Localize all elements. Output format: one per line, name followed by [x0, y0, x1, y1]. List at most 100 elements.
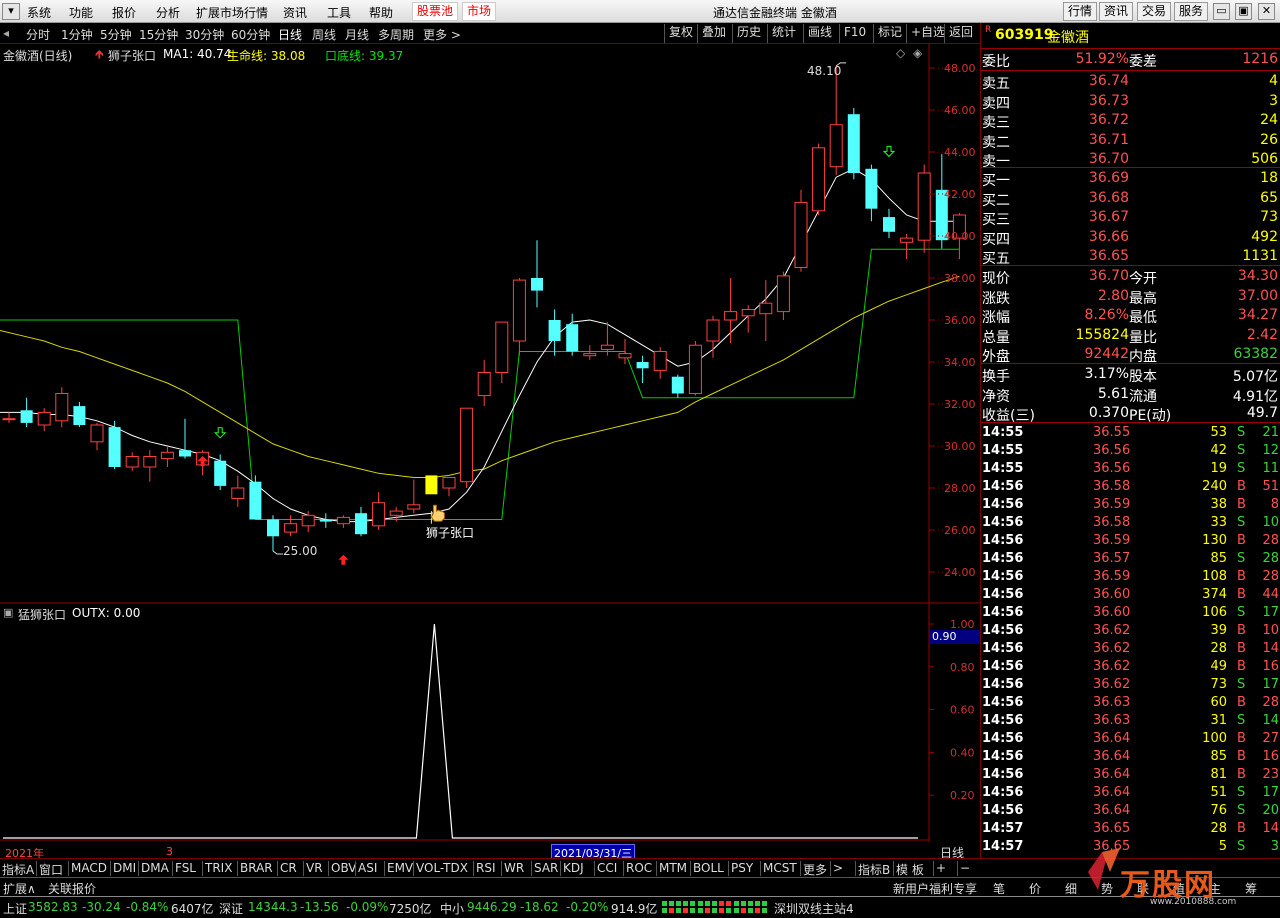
period-weekly[interactable]: 周线	[312, 26, 336, 43]
draw-button[interactable]: 画线	[803, 24, 836, 43]
app-logo-icon[interactable]: ▾	[2, 3, 20, 20]
indicator-tab[interactable]: KDJ	[563, 861, 584, 875]
right-panel-tab[interactable]: 联	[1137, 880, 1149, 897]
sub-indicator-name[interactable]: 猛狮张口	[18, 606, 66, 623]
indicator-chart[interactable]: 1.00 0.80 0.60 0.40 0.20 ▣ 猛狮张口 OUTX: 0.00 0…	[0, 604, 980, 862]
indicator-tab[interactable]: FSL	[175, 861, 196, 875]
indicator-tab[interactable]: +	[936, 861, 946, 875]
period-more[interactable]: 更多 >	[423, 26, 461, 43]
stats-button[interactable]: 统计	[767, 24, 800, 43]
tick-row[interactable]: 14:56 36.58 33 S 10	[981, 514, 1280, 532]
period-timeshare[interactable]: 分时	[26, 26, 50, 43]
tick-row[interactable]: 14:55 36.56 42 S 12	[981, 442, 1280, 460]
tick-row[interactable]: 14:56 36.64 81 B 23	[981, 766, 1280, 784]
news-tab-button[interactable]: 资讯	[1099, 2, 1134, 21]
period-1min[interactable]: 1分钟	[61, 26, 93, 43]
indicator-tab[interactable]: VR	[306, 861, 323, 875]
indicator-tab[interactable]: 指标B	[858, 861, 890, 878]
indicator-tab[interactable]: DMI	[113, 861, 136, 875]
right-panel-tab[interactable]: 值	[1173, 880, 1185, 897]
collapse-icon[interactable]: ◂	[3, 26, 9, 40]
market-button[interactable]: 市场	[462, 2, 497, 21]
indicator-tab[interactable]: CR	[280, 861, 297, 875]
indicator-tab[interactable]: 更多	[803, 861, 827, 878]
menu-tools[interactable]: 工具	[327, 4, 351, 21]
tick-row[interactable]: 14:56 36.60 374 B 44	[981, 586, 1280, 604]
indicator-tab[interactable]: >	[833, 861, 843, 875]
right-panel-tab[interactable]: 筹	[1245, 880, 1257, 897]
indicator-expand-icon[interactable]: ▣	[3, 606, 13, 619]
quote-tab-button[interactable]: 行情	[1063, 2, 1098, 21]
indicator-tab[interactable]: 窗口	[39, 861, 63, 878]
diamond-icon[interactable]: ◇	[896, 46, 905, 60]
indicator-tab[interactable]: EMV	[387, 861, 413, 875]
right-panel-tab[interactable]: 价	[1029, 880, 1041, 897]
tick-row[interactable]: 14:56 36.63 60 B 28	[981, 694, 1280, 712]
tick-row[interactable]: 14:56 36.59 38 B 8	[981, 496, 1280, 514]
period-60min[interactable]: 60分钟	[231, 26, 270, 43]
indicator-tab[interactable]: ASI	[358, 861, 377, 875]
period-daily[interactable]: 日线	[278, 26, 302, 43]
tick-row[interactable]: 14:56 36.64 100 B 27	[981, 730, 1280, 748]
chart-indicator-name[interactable]: 狮子张口	[108, 47, 156, 64]
f10-button[interactable]: F10	[839, 24, 870, 43]
menu-system[interactable]: 系统	[27, 4, 51, 21]
promo-link[interactable]: 新用户福利专享	[893, 880, 977, 897]
indicator-tab[interactable]: SAR	[534, 861, 558, 875]
tick-row[interactable]: 14:57 36.65 28 B 14	[981, 820, 1280, 838]
sh-label[interactable]: 上证	[3, 900, 27, 917]
stock-pool-button[interactable]: 股票池	[412, 2, 459, 21]
menu-analysis[interactable]: 分析	[156, 4, 180, 21]
indicator-tab[interactable]: CCI	[597, 861, 617, 875]
zx-label[interactable]: 中小	[440, 900, 464, 917]
period-30min[interactable]: 30分钟	[185, 26, 224, 43]
kline-chart[interactable]: 48.00 46.00 44.00 42.00 40.00 38.00 36.00 34.00…	[0, 44, 980, 604]
tick-row[interactable]: 14:56 36.59 130 B 28	[981, 532, 1280, 550]
indicator-tab[interactable]: PSY	[731, 861, 753, 875]
menu-news[interactable]: 资讯	[283, 4, 307, 21]
period-monthly[interactable]: 月线	[345, 26, 369, 43]
minimize-icon[interactable]: ▭	[1213, 3, 1230, 20]
service-tab-button[interactable]: 服务	[1174, 2, 1209, 21]
tick-row[interactable]: 14:56 36.64 51 S 17	[981, 784, 1280, 802]
settings-dot-icon[interactable]: ◈	[913, 46, 922, 60]
period-multi[interactable]: 多周期	[378, 26, 414, 43]
indicator-tab[interactable]: DMA	[141, 861, 169, 875]
maximize-icon[interactable]: ▣	[1235, 3, 1252, 20]
menu-help[interactable]: 帮助	[369, 4, 393, 21]
indicator-tab[interactable]: ROC	[626, 861, 652, 875]
tick-row[interactable]: 14:56 36.64 76 S 20	[981, 802, 1280, 820]
tick-row[interactable]: 14:56 36.60 106 S 17	[981, 604, 1280, 622]
indicator-tab[interactable]: OBV	[331, 861, 357, 875]
related-quote-tab[interactable]: 关联报价	[48, 880, 96, 897]
tick-row[interactable]: 14:56 36.64 85 B 16	[981, 748, 1280, 766]
tick-row[interactable]: 14:56 36.62 73 S 17	[981, 676, 1280, 694]
indicator-tab[interactable]: BRAR	[240, 861, 273, 875]
tick-row[interactable]: 14:56 36.63 31 S 14	[981, 712, 1280, 730]
indicator-tab[interactable]: WR	[504, 861, 524, 875]
tick-row[interactable]: 14:56 36.62 28 B 14	[981, 640, 1280, 658]
right-panel-tab[interactable]: 笔	[993, 880, 1005, 897]
history-button[interactable]: 历史	[732, 24, 765, 43]
period-5min[interactable]: 5分钟	[100, 26, 132, 43]
indicator-tab[interactable]: −	[960, 861, 970, 875]
indicator-tab[interactable]: MTM	[659, 861, 687, 875]
overlay-button[interactable]: 叠加	[697, 24, 730, 43]
add-watchlist-button[interactable]: +自选	[906, 24, 949, 43]
tick-row[interactable]: 14:55 36.56 19 S 11	[981, 460, 1280, 478]
indicator-tab[interactable]: BOLL	[693, 861, 724, 875]
close-icon[interactable]: ✕	[1258, 3, 1275, 20]
menu-quote[interactable]: 报价	[112, 4, 136, 21]
right-panel-tab[interactable]: 势	[1101, 880, 1113, 897]
indicator-tab[interactable]: 指标A	[2, 861, 34, 878]
tick-row[interactable]: 14:56 36.62 49 B 16	[981, 658, 1280, 676]
tick-row[interactable]: 14:57 36.65 5 S 3	[981, 838, 1280, 856]
right-panel-tab[interactable]: 主	[1209, 880, 1221, 897]
tick-row[interactable]: 14:56 36.57 85 S 28	[981, 550, 1280, 568]
mark-button[interactable]: 标记	[873, 24, 906, 43]
indicator-tab[interactable]: 模 板	[896, 861, 924, 878]
tick-row[interactable]: 14:55 36.55 53 S 21	[981, 424, 1280, 442]
back-button[interactable]: 返回	[944, 24, 977, 43]
adjust-button[interactable]: 复权	[664, 24, 697, 43]
right-panel-tab[interactable]: 细	[1065, 880, 1077, 897]
